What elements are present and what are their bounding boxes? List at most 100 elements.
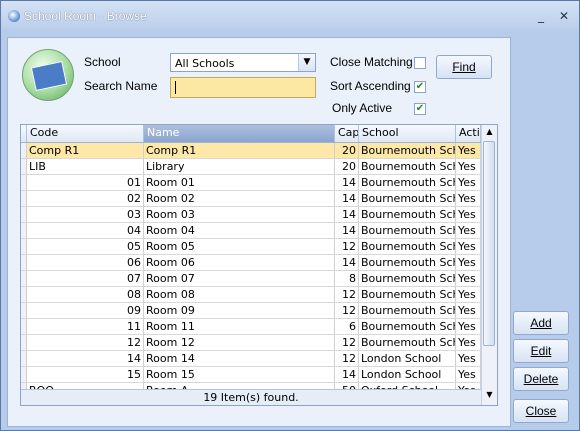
cell-name: Room 01	[144, 175, 335, 190]
cell-active: Yes	[456, 271, 481, 286]
close-window-button[interactable]: ✕	[557, 9, 571, 23]
search-name-input[interactable]	[170, 77, 316, 98]
cell-school: Bournemouth Sch	[361, 271, 456, 286]
cell-name: Room 14	[144, 351, 335, 366]
sort-ascending-checkbox[interactable]: ✔	[414, 81, 426, 93]
rooms-grid: Code Name Cap School Acti Comp R1 Comp R1…	[20, 124, 498, 406]
cell-cap: 12	[335, 239, 359, 254]
cell-name: Room 07	[144, 271, 335, 286]
table-row[interactable]: 08 Room 08 12 Bournemouth Sch Yes	[21, 287, 481, 303]
cell-active: Yes	[456, 319, 481, 334]
school-room-browse-window: School Room - Browse _ ✕ School All Scho…	[0, 0, 580, 431]
cell-active: Yes	[456, 303, 481, 318]
cell-active: Yes	[456, 175, 481, 190]
table-row[interactable]: Comp R1 Comp R1 20 Bournemouth Sch Yes	[21, 143, 481, 159]
table-row[interactable]: 15 Room 15 14 London School Yes	[21, 367, 481, 383]
find-button[interactable]: Find	[436, 55, 492, 79]
cell-code: 09	[27, 303, 144, 318]
cell-name: Room 02	[144, 191, 335, 206]
cell-name: Room 05	[144, 239, 335, 254]
table-row[interactable]: 12 Room 12 12 Bournemouth Sch Yes	[21, 335, 481, 351]
scroll-up-arrow-icon[interactable]: ▲	[483, 125, 496, 139]
cell-school: London School	[359, 351, 456, 366]
cell-name: Room 04	[144, 223, 335, 238]
cell-school: Bournemouth Sch	[361, 175, 456, 190]
cell-name: Room 06	[144, 255, 335, 270]
table-row[interactable]: 02 Room 02 14 Bournemouth Sch Yes	[21, 191, 481, 207]
app-icon	[8, 10, 20, 22]
school-dropdown-value: All Schools	[175, 57, 235, 70]
text-caret	[175, 81, 176, 94]
table-row[interactable]: 09 Room 09 12 Bournemouth Sch Yes	[21, 303, 481, 319]
table-row[interactable]: 03 Room 03 14 Bournemouth Sch Yes	[21, 207, 481, 223]
cell-school: Bournemouth Sch	[361, 319, 456, 334]
cell-school: London School	[359, 367, 456, 382]
chevron-down-icon[interactable]: ▼	[298, 54, 315, 71]
cell-code: 04	[27, 223, 144, 238]
cell-cap: 14	[335, 255, 359, 270]
only-active-checkbox[interactable]: ✔	[414, 103, 426, 115]
cell-active: Yes	[456, 367, 481, 382]
cell-active: Yes	[456, 335, 481, 350]
cell-code: 05	[27, 239, 144, 254]
cell-code: 02	[27, 191, 144, 206]
school-label: School	[84, 55, 121, 69]
cell-active: Yes	[456, 287, 481, 302]
table-row[interactable]: 07 Room 07 8 Bournemouth Sch Yes	[21, 271, 481, 287]
cell-school: Bournemouth Sch	[361, 223, 456, 238]
cell-cap: 12	[335, 351, 359, 366]
grid-status: 19 Item(s) found.	[21, 389, 481, 405]
cell-active: Yes	[456, 223, 481, 238]
sort-ascending-label: Sort Ascending	[330, 79, 411, 93]
cell-cap: 6	[335, 319, 359, 334]
column-header-school[interactable]: School	[359, 125, 456, 142]
column-header-cap[interactable]: Cap	[335, 125, 359, 142]
minimize-button[interactable]: _	[534, 9, 548, 23]
cell-name: Room 12	[144, 335, 335, 350]
column-header-active[interactable]: Acti	[456, 125, 481, 142]
table-row[interactable]: 11 Room 11 6 Bournemouth Sch Yes	[21, 319, 481, 335]
grid-header: Code Name Cap School Acti	[21, 125, 481, 143]
cell-cap: 12	[335, 287, 359, 302]
cell-school: Bournemouth Sch	[361, 191, 456, 206]
table-row[interactable]: 05 Room 05 12 Bournemouth Sch Yes	[21, 239, 481, 255]
cell-code: 03	[27, 207, 144, 222]
edit-button[interactable]: Edit	[513, 339, 569, 363]
column-header-code[interactable]: Code	[27, 125, 144, 142]
title-bar[interactable]: School Room - Browse _ ✕	[1, 1, 579, 31]
cell-cap: 14	[335, 175, 359, 190]
delete-button[interactable]: Delete	[513, 367, 569, 391]
cell-name: Comp R1	[144, 143, 335, 158]
cell-active: Yes	[456, 207, 481, 222]
cell-active: Yes	[456, 143, 481, 158]
column-header-name[interactable]: Name	[144, 125, 335, 142]
scrollbar-thumb[interactable]	[483, 141, 495, 346]
close-button[interactable]: Close	[513, 399, 569, 423]
close-matching-label: Close Matching	[330, 55, 413, 69]
cell-cap: 20	[335, 159, 359, 174]
table-row[interactable]: LIB Library 20 Bournemouth Sch Yes	[21, 159, 481, 175]
cell-school: Bournemouth Sch	[361, 303, 456, 318]
cell-school: Bournemouth Sch	[361, 207, 456, 222]
add-button[interactable]: Add	[513, 311, 569, 335]
cell-code: Comp R1	[27, 143, 144, 158]
cell-cap: 20	[335, 143, 359, 158]
scroll-down-arrow-icon[interactable]: ▼	[483, 388, 496, 402]
school-dropdown[interactable]: All Schools ▼	[170, 53, 316, 72]
cell-code: 14	[27, 351, 144, 366]
grid-scrollbar[interactable]: ▲ ▼	[481, 125, 497, 405]
search-name-label: Search Name	[84, 79, 158, 93]
cell-name: Room 03	[144, 207, 335, 222]
table-row[interactable]: 04 Room 04 14 Bournemouth Sch Yes	[21, 223, 481, 239]
table-row[interactable]: 14 Room 14 12 London School Yes	[21, 351, 481, 367]
table-row[interactable]: 06 Room 06 14 Bournemouth Sch Yes	[21, 255, 481, 271]
cell-cap: 14	[335, 223, 359, 238]
table-row[interactable]: 01 Room 01 14 Bournemouth Sch Yes	[21, 175, 481, 191]
cell-active: Yes	[456, 191, 481, 206]
cell-active: Yes	[456, 239, 481, 254]
close-matching-checkbox[interactable]	[414, 57, 426, 69]
cell-code: LIB	[27, 159, 144, 174]
cell-active: Yes	[456, 255, 481, 270]
cell-cap: 12	[335, 303, 359, 318]
cell-cap: 8	[335, 271, 359, 286]
